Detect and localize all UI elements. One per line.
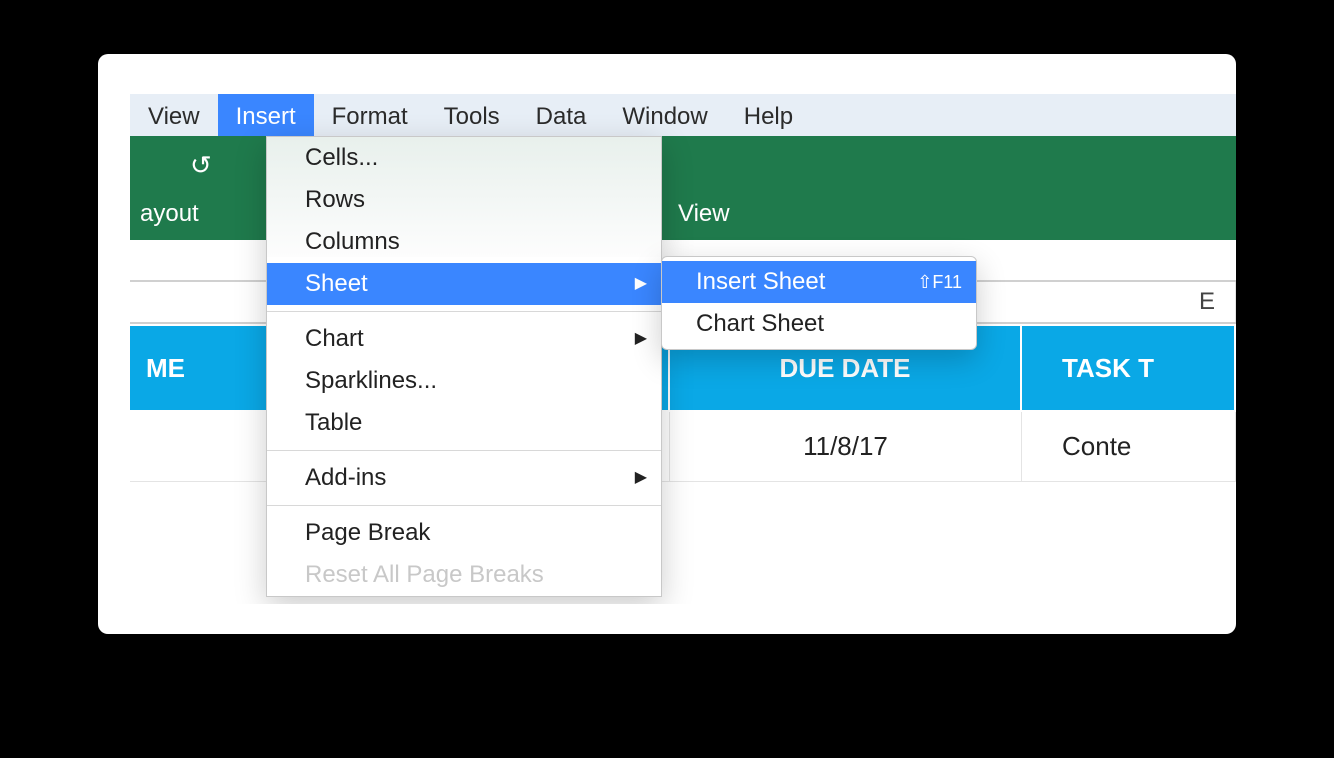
sheet-submenu: Insert Sheet ⇧F11 Chart Sheet [661, 256, 977, 350]
submenu-item-insert-sheet[interactable]: Insert Sheet ⇧F11 [662, 261, 976, 303]
menu-separator [267, 450, 661, 451]
menu-item-cells[interactable]: Cells... [267, 137, 661, 179]
menu-item-chart[interactable]: Chart ▶ [267, 318, 661, 360]
submenu-item-label: Insert Sheet [696, 268, 825, 295]
cell-due-date[interactable]: 11/8/17 [670, 412, 1022, 481]
submenu-item-chart-sheet[interactable]: Chart Sheet [662, 303, 976, 345]
menu-item-reset-page-breaks: Reset All Page Breaks [267, 554, 661, 596]
menu-view[interactable]: View [130, 94, 218, 136]
menu-item-table[interactable]: Table [267, 402, 661, 444]
ribbon-tab-view[interactable]: View [678, 200, 730, 228]
menu-item-addins[interactable]: Add-ins ▶ [267, 457, 661, 499]
menu-item-label: Chart [305, 325, 364, 352]
undo-icon[interactable]: ↺ [190, 150, 212, 181]
excel-app-window: View Insert Format Tools Data Window Hel… [130, 94, 1236, 604]
submenu-arrow-icon: ▶ [635, 324, 647, 354]
menu-item-sheet[interactable]: Sheet ▶ [267, 263, 661, 305]
menu-item-columns[interactable]: Columns [267, 221, 661, 263]
cell-task[interactable]: Conte [1022, 412, 1236, 481]
insert-dropdown-menu: Cells... Rows Columns Sheet ▶ Chart ▶ Sp… [266, 136, 662, 597]
menu-format[interactable]: Format [314, 94, 426, 136]
table-header-task[interactable]: TASK T [1022, 326, 1236, 410]
menu-item-sparklines[interactable]: Sparklines... [267, 360, 661, 402]
menu-item-label: Sheet [305, 270, 368, 297]
menubar: View Insert Format Tools Data Window Hel… [130, 94, 1236, 136]
ribbon-tab-layout[interactable]: ayout [140, 200, 199, 228]
menu-tools[interactable]: Tools [426, 94, 518, 136]
submenu-arrow-icon: ▶ [635, 463, 647, 493]
menu-help[interactable]: Help [726, 94, 811, 136]
menu-item-page-break[interactable]: Page Break [267, 512, 661, 554]
menu-data[interactable]: Data [518, 94, 605, 136]
menu-item-label: Add-ins [305, 464, 386, 491]
submenu-arrow-icon: ▶ [635, 269, 647, 299]
keyboard-shortcut: ⇧F11 [917, 267, 962, 297]
menu-separator [267, 505, 661, 506]
screenshot-card: View Insert Format Tools Data Window Hel… [98, 54, 1236, 634]
menu-window[interactable]: Window [604, 94, 725, 136]
menu-insert[interactable]: Insert [218, 94, 314, 136]
menu-separator [267, 311, 661, 312]
menu-item-rows[interactable]: Rows [267, 179, 661, 221]
